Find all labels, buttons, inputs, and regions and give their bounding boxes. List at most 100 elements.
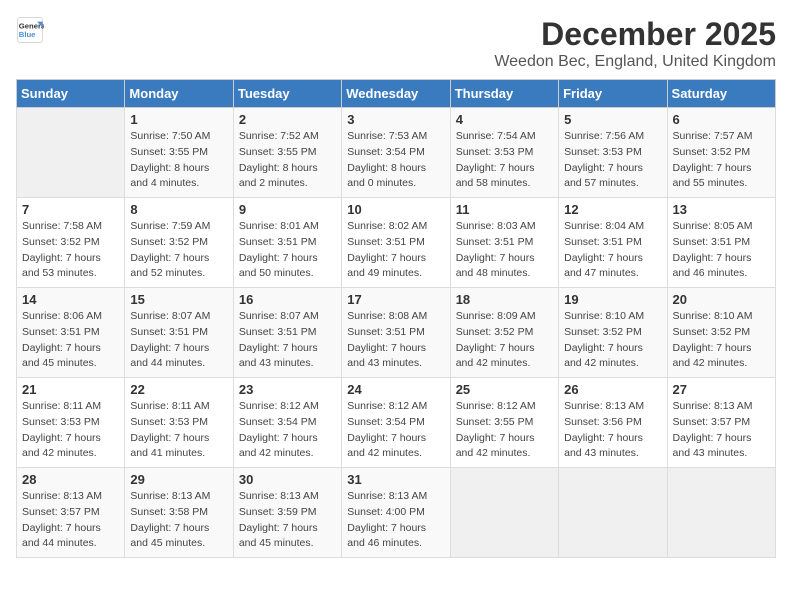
page-subtitle: Weedon Bec, England, United Kingdom [494,53,776,71]
logo: General Blue [16,16,44,44]
day-cell: 17 Sunrise: 8:08 AMSunset: 3:51 PMDayligh… [342,288,450,378]
day-cell [559,468,667,558]
col-header-wednesday: Wednesday [342,80,450,108]
day-info: Sunrise: 8:02 AMSunset: 3:51 PMDaylight:… [347,219,444,282]
day-cell: 19 Sunrise: 8:10 AMSunset: 3:52 PMDayligh… [559,288,667,378]
day-number: 28 [22,472,119,487]
day-info: Sunrise: 8:11 AMSunset: 3:53 PMDaylight:… [130,399,227,462]
day-cell: 6Sunrise: 7:57 AMSunset: 3:52 PMDaylight… [667,108,775,198]
day-info: Sunrise: 8:10 AMSunset: 3:52 PMDaylight:… [673,309,770,372]
week-row-4: 21 Sunrise: 8:11 AMSunset: 3:53 PMDayligh… [17,378,776,468]
day-info: Sunrise: 8:01 AMSunset: 3:51 PMDaylight:… [239,219,336,282]
day-number: 25 [456,382,553,397]
day-info: Sunrise: 8:12 AMSunset: 3:54 PMDaylight:… [347,399,444,462]
day-cell: 27Sunrise: 8:13 AMSunset: 3:57 PMDayligh… [667,378,775,468]
day-cell: 14 Sunrise: 8:06 AMSunset: 3:51 PMDayligh… [17,288,125,378]
day-number: 31 [347,472,444,487]
day-number: 12 [564,202,661,217]
day-cell: 11 Sunrise: 8:03 AMSunset: 3:51 PMDayligh… [450,198,558,288]
day-info: Sunrise: 7:59 AMSunset: 3:52 PMDaylight:… [130,219,227,282]
day-info: Sunrise: 8:13 AMSunset: 3:57 PMDaylight:… [673,399,770,462]
day-cell: 5 Sunrise: 7:56 AMSunset: 3:53 PMDaylight… [559,108,667,198]
day-cell: 4Sunrise: 7:54 AMSunset: 3:53 PMDaylight… [450,108,558,198]
day-info: Sunrise: 7:57 AMSunset: 3:52 PMDaylight:… [673,129,770,192]
day-number: 2 [239,112,336,127]
day-number: 1 [130,112,227,127]
logo-icon: General Blue [16,16,44,44]
day-cell: 25 Sunrise: 8:12 AMSunset: 3:55 PMDayligh… [450,378,558,468]
day-info: Sunrise: 7:54 AMSunset: 3:53 PMDaylight:… [456,129,553,192]
day-info: Sunrise: 8:07 AMSunset: 3:51 PMDaylight:… [130,309,227,372]
day-info: Sunrise: 7:53 AMSunset: 3:54 PMDaylight:… [347,129,444,192]
day-cell: 16Sunrise: 8:07 AMSunset: 3:51 PMDayligh… [233,288,341,378]
day-cell: 1 Sunrise: 7:50 AMSunset: 3:55 PMDaylight… [125,108,233,198]
day-info: Sunrise: 8:11 AMSunset: 3:53 PMDaylight:… [22,399,119,462]
day-cell: 13Sunrise: 8:05 AMSunset: 3:51 PMDayligh… [667,198,775,288]
day-number: 29 [130,472,227,487]
week-row-1: 1 Sunrise: 7:50 AMSunset: 3:55 PMDaylight… [17,108,776,198]
svg-text:Blue: Blue [19,30,36,39]
calendar-table: SundayMondayTuesdayWednesdayThursdayFrid… [16,79,776,558]
day-cell: 31 Sunrise: 8:13 AMSunset: 4:00 PMDayligh… [342,468,450,558]
day-cell [450,468,558,558]
day-cell: 26 Sunrise: 8:13 AMSunset: 3:56 PMDayligh… [559,378,667,468]
week-row-5: 28 Sunrise: 8:13 AMSunset: 3:57 PMDayligh… [17,468,776,558]
day-number: 21 [22,382,119,397]
col-header-thursday: Thursday [450,80,558,108]
day-info: Sunrise: 7:50 AMSunset: 3:55 PMDaylight:… [130,129,227,192]
day-number: 17 [347,292,444,307]
day-cell: 24Sunrise: 8:12 AMSunset: 3:54 PMDayligh… [342,378,450,468]
day-number: 30 [239,472,336,487]
day-cell: 2 Sunrise: 7:52 AMSunset: 3:55 PMDaylight… [233,108,341,198]
day-cell: 30 Sunrise: 8:13 AMSunset: 3:59 PMDayligh… [233,468,341,558]
day-number: 7 [22,202,119,217]
day-number: 23 [239,382,336,397]
day-number: 19 [564,292,661,307]
day-number: 14 [22,292,119,307]
day-info: Sunrise: 8:06 AMSunset: 3:51 PMDaylight:… [22,309,119,372]
day-cell: 18 Sunrise: 8:09 AMSunset: 3:52 PMDayligh… [450,288,558,378]
day-info: Sunrise: 8:13 AMSunset: 3:56 PMDaylight:… [564,399,661,462]
day-info: Sunrise: 8:13 AMSunset: 3:57 PMDaylight:… [22,489,119,552]
page-title: December 2025 [494,16,776,53]
day-number: 26 [564,382,661,397]
week-row-3: 14 Sunrise: 8:06 AMSunset: 3:51 PMDayligh… [17,288,776,378]
col-header-friday: Friday [559,80,667,108]
page-header: General Blue December 2025 Weedon Bec, E… [16,16,776,71]
day-info: Sunrise: 8:13 AMSunset: 3:59 PMDaylight:… [239,489,336,552]
day-number: 10 [347,202,444,217]
day-info: Sunrise: 7:56 AMSunset: 3:53 PMDaylight:… [564,129,661,192]
day-cell: 12 Sunrise: 8:04 AMSunset: 3:51 PMDayligh… [559,198,667,288]
day-cell: 10 Sunrise: 8:02 AMSunset: 3:51 PMDayligh… [342,198,450,288]
col-header-monday: Monday [125,80,233,108]
col-header-tuesday: Tuesday [233,80,341,108]
day-number: 15 [130,292,227,307]
day-info: Sunrise: 8:05 AMSunset: 3:51 PMDaylight:… [673,219,770,282]
day-cell: 22Sunrise: 8:11 AMSunset: 3:53 PMDayligh… [125,378,233,468]
day-info: Sunrise: 8:10 AMSunset: 3:52 PMDaylight:… [564,309,661,372]
day-number: 5 [564,112,661,127]
day-info: Sunrise: 8:13 AMSunset: 4:00 PMDaylight:… [347,489,444,552]
day-number: 11 [456,202,553,217]
day-info: Sunrise: 8:12 AMSunset: 3:54 PMDaylight:… [239,399,336,462]
day-cell: 29 Sunrise: 8:13 AMSunset: 3:58 PMDayligh… [125,468,233,558]
week-row-2: 7Sunrise: 7:58 AMSunset: 3:52 PMDaylight… [17,198,776,288]
title-block: December 2025 Weedon Bec, England, Unite… [494,16,776,71]
day-info: Sunrise: 8:08 AMSunset: 3:51 PMDaylight:… [347,309,444,372]
day-number: 9 [239,202,336,217]
day-info: Sunrise: 8:13 AMSunset: 3:58 PMDaylight:… [130,489,227,552]
day-number: 18 [456,292,553,307]
day-number: 8 [130,202,227,217]
day-info: Sunrise: 8:04 AMSunset: 3:51 PMDaylight:… [564,219,661,282]
day-number: 3 [347,112,444,127]
day-cell: 9 Sunrise: 8:01 AMSunset: 3:51 PMDaylight… [233,198,341,288]
day-cell [17,108,125,198]
day-info: Sunrise: 8:09 AMSunset: 3:52 PMDaylight:… [456,309,553,372]
day-cell [667,468,775,558]
day-info: Sunrise: 7:52 AMSunset: 3:55 PMDaylight:… [239,129,336,192]
day-cell: 28 Sunrise: 8:13 AMSunset: 3:57 PMDayligh… [17,468,125,558]
day-cell: 7Sunrise: 7:58 AMSunset: 3:52 PMDaylight… [17,198,125,288]
day-info: Sunrise: 8:12 AMSunset: 3:55 PMDaylight:… [456,399,553,462]
day-info: Sunrise: 8:03 AMSunset: 3:51 PMDaylight:… [456,219,553,282]
day-cell: 3 Sunrise: 7:53 AMSunset: 3:54 PMDaylight… [342,108,450,198]
